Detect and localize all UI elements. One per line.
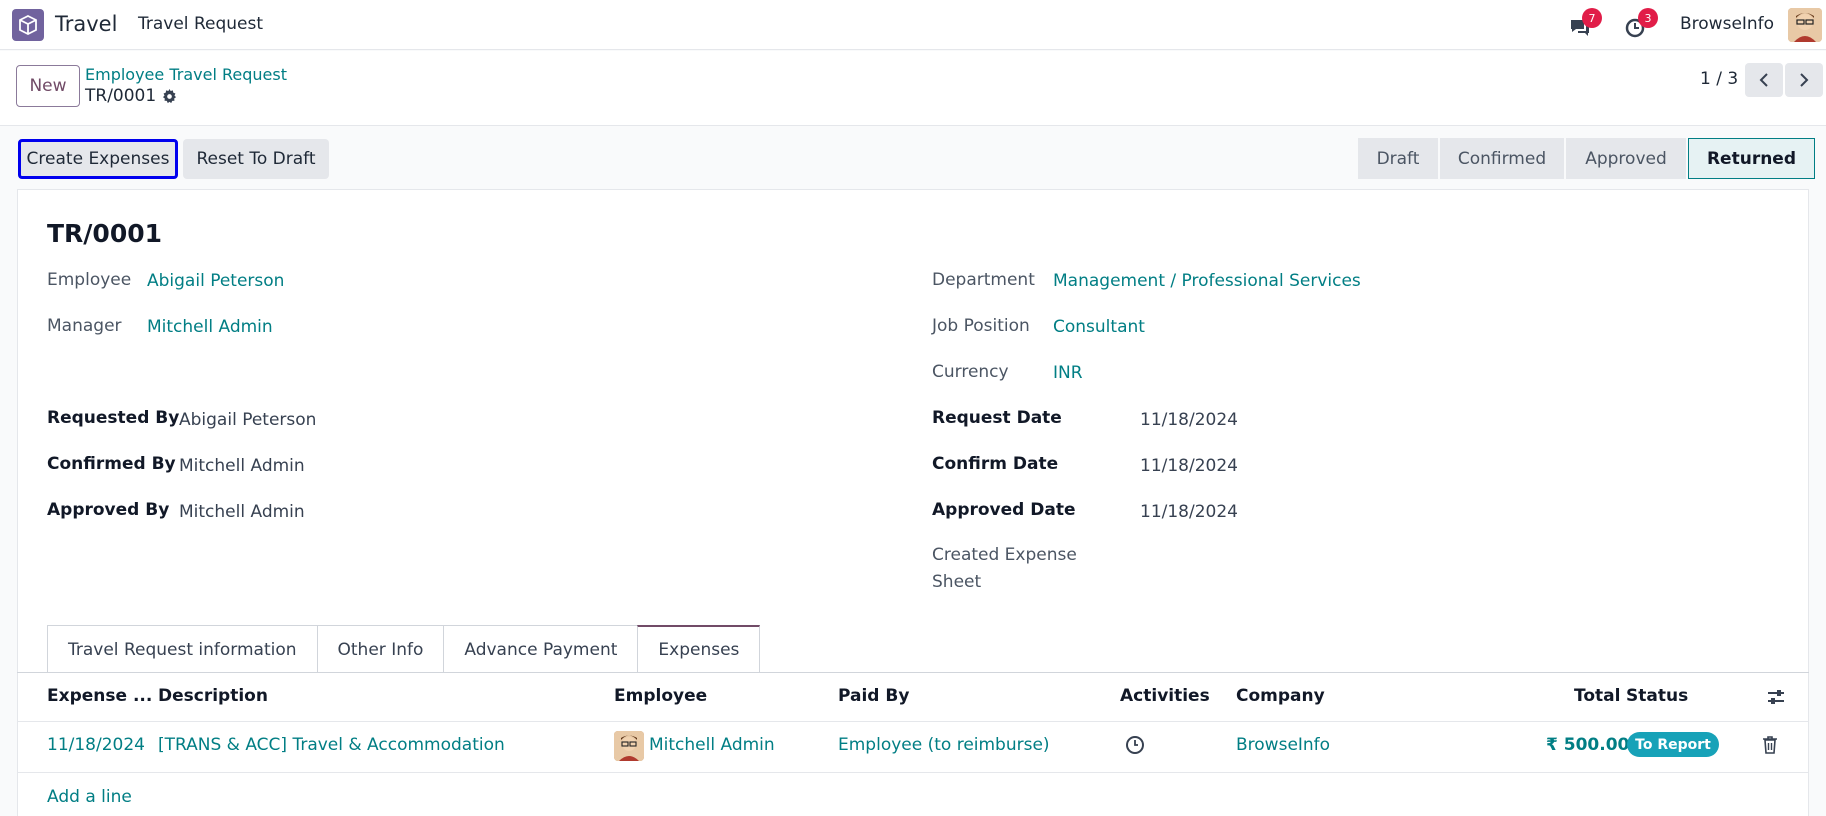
top-navbar: Travel Travel Request 7 3 BrowseInfo [0,0,1826,50]
activities-badge: 3 [1638,8,1658,28]
activity-clock-icon[interactable] [1125,735,1145,755]
new-button[interactable]: New [16,65,80,107]
travel-app-icon[interactable] [12,9,44,41]
employee-avatar [614,731,644,761]
create-expenses-button[interactable]: Create Expenses [18,139,178,179]
employee-value[interactable]: Abigail Peterson [147,271,284,291]
job-position-value[interactable]: Consultant [1053,317,1145,337]
user-avatar[interactable] [1788,8,1822,42]
department-value[interactable]: Management / Professional Services [1053,271,1361,291]
chevron-left-icon [1759,73,1768,87]
row-employee[interactable]: Mitchell Admin [649,735,775,755]
breadcrumb-current: TR/0001 [85,86,177,106]
stage-returned[interactable]: Returned [1688,138,1815,179]
approved-by-label: Approved By [47,500,170,520]
confirm-date-value: 11/18/2024 [1140,456,1238,476]
pager-value[interactable]: 1 / 3 [1700,69,1738,89]
confirmed-by-value: Mitchell Admin [179,456,305,476]
row-expense-date[interactable]: 11/18/2024 [47,735,145,755]
messages-badge: 7 [1582,8,1602,28]
status-badge: To Report [1627,732,1719,757]
confirm-date-label: Confirm Date [932,454,1059,474]
col-employee[interactable]: Employee [614,686,707,706]
confirmed-by-label: Confirmed By [47,454,176,474]
trash-icon[interactable] [1762,736,1778,754]
created-expense-sheet-label-line2: Sheet [932,572,982,592]
col-company[interactable]: Company [1236,686,1325,706]
col-total[interactable]: Total [1574,686,1620,706]
table-row-divider [17,772,1809,773]
tab-other-info[interactable]: Other Info [316,625,445,673]
job-position-label: Job Position [932,316,1030,336]
control-panel: New Employee Travel Request TR/0001 1 / … [0,51,1826,126]
col-activities[interactable]: Activities [1120,686,1210,706]
pager-next-button[interactable] [1785,63,1823,97]
tab-advance-payment[interactable]: Advance Payment [443,625,639,673]
currency-label: Currency [932,362,1009,382]
app-name[interactable]: Travel [55,12,117,36]
company-switcher[interactable]: BrowseInfo [1680,14,1774,34]
column-settings-icon[interactable] [1766,688,1786,706]
currency-value[interactable]: INR [1053,363,1083,383]
col-description[interactable]: Description [158,686,268,706]
tab-expenses[interactable]: Expenses [637,625,761,673]
activities-button[interactable]: 3 [1624,8,1658,40]
manager-label: Manager [47,316,122,336]
table-header-divider [17,721,1809,722]
col-paid-by[interactable]: Paid By [838,686,909,706]
stage-approved[interactable]: Approved [1566,138,1686,179]
approved-date-label: Approved Date [932,500,1076,520]
row-paid-by[interactable]: Employee (to reimburse) [838,735,1050,755]
messages-button[interactable]: 7 [1568,8,1602,40]
gear-icon[interactable] [162,88,177,104]
manager-value[interactable]: Mitchell Admin [147,317,273,337]
reset-to-draft-button[interactable]: Reset To Draft [183,139,329,179]
status-bar: Draft Confirmed Approved Returned [1358,138,1817,179]
request-date-label: Request Date [932,408,1062,428]
pager-previous-button[interactable] [1745,63,1783,97]
request-date-value: 11/18/2024 [1140,410,1238,430]
stage-confirmed[interactable]: Confirmed [1440,138,1564,179]
created-expense-sheet-label-line1: Created Expense [932,545,1077,565]
employee-label: Employee [47,270,132,290]
add-line-link[interactable]: Add a line [47,787,132,807]
department-label: Department [932,270,1035,290]
breadcrumb-current-label: TR/0001 [85,86,157,106]
stage-draft[interactable]: Draft [1358,138,1438,179]
record-title: TR/0001 [47,219,163,248]
row-company[interactable]: BrowseInfo [1236,735,1330,755]
menu-travel-request[interactable]: Travel Request [138,14,263,34]
chevron-right-icon [1800,73,1809,87]
approved-by-value: Mitchell Admin [179,502,305,522]
approved-date-value: 11/18/2024 [1140,502,1238,522]
notebook-tabs: Travel Request information Other Info Ad… [47,625,761,673]
tabs-divider [17,672,1809,673]
tab-travel-request-information[interactable]: Travel Request information [47,625,318,673]
breadcrumb-parent[interactable]: Employee Travel Request [85,65,287,84]
requested-by-value: Abigail Peterson [179,410,317,430]
row-description[interactable]: [TRANS & ACC] Travel & Accommodation [158,735,505,755]
requested-by-label: Requested By [47,408,180,428]
col-expense-date[interactable]: Expense ... [47,686,152,706]
col-status[interactable]: Status [1626,686,1688,706]
row-total: ₹ 500.00 [1546,735,1630,755]
